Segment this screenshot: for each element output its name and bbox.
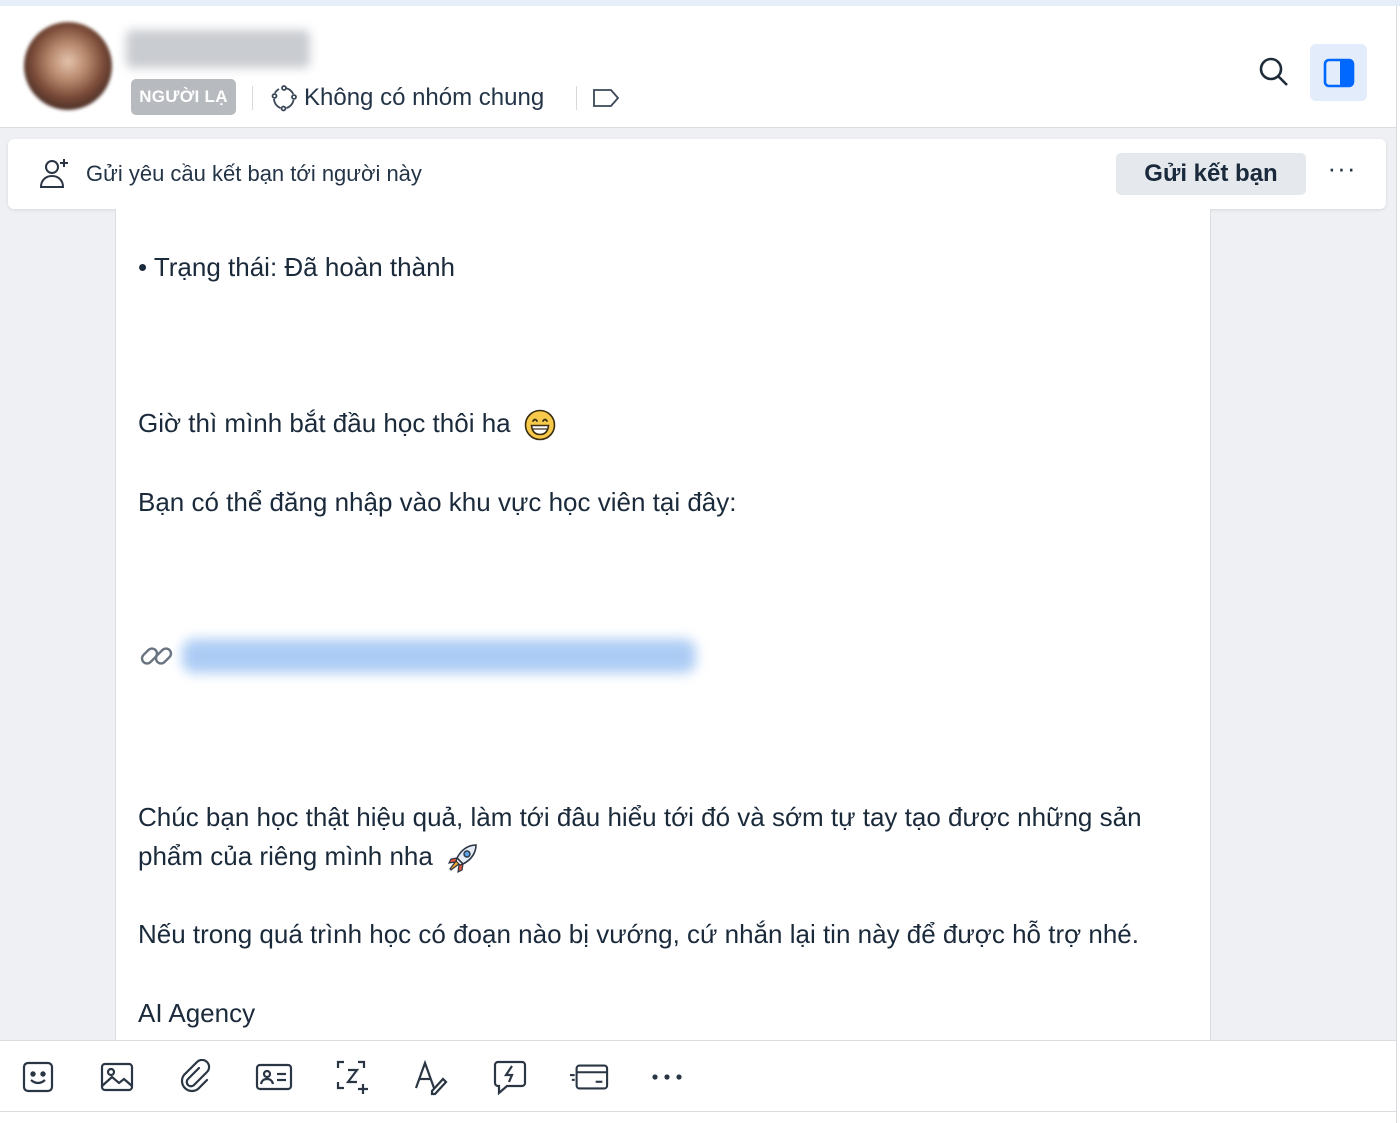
wish-line-1: Chúc bạn học thật hiệu quả, làm tới đâu … (138, 802, 1142, 832)
divider (252, 86, 253, 110)
quick-message-button[interactable] (490, 1057, 530, 1097)
sticker-button[interactable] (18, 1057, 58, 1097)
support-line: Nếu trong quá trình học có đoạn nào bị v… (138, 919, 1139, 949)
link-icon (140, 647, 173, 665)
wish-line-2-text: phẩm của riêng mình nha (138, 841, 433, 871)
conversation-header: NGƯỜI LẠ Không có nhóm chung (0, 6, 1396, 128)
side-panel-icon (1323, 58, 1354, 87)
login-link-redacted[interactable] (182, 639, 696, 673)
login-link-row[interactable] (138, 637, 696, 675)
contact-card-button[interactable] (254, 1057, 294, 1097)
window-border (1396, 6, 1397, 1123)
divider (576, 86, 577, 110)
login-line: Bạn có thể đăng nhập vào khu vực học viê… (138, 487, 737, 517)
quick-message-icon (493, 1060, 527, 1096)
contact-name-redacted[interactable] (126, 30, 310, 68)
screenshot-button[interactable] (333, 1057, 373, 1097)
more-tools-button[interactable] (647, 1057, 687, 1097)
start-line: Giờ thì mình bắt đầu học thôi ha (138, 403, 556, 443)
screenshot-icon (336, 1060, 368, 1094)
search-icon (1259, 57, 1288, 86)
status-line: • Trạng thái: Đã hoàn thành (138, 252, 455, 282)
rocket-emoji-icon (448, 844, 477, 874)
common-groups[interactable]: Không có nhóm chung (270, 78, 544, 118)
text-format-icon (414, 1059, 448, 1096)
wish-line-2: phẩm của riêng mình nha (138, 836, 480, 876)
payment-card-icon (569, 1064, 609, 1090)
composer-toolbar (0, 1040, 1396, 1112)
message-bubble[interactable]: • Trạng thái: Đã hoàn thành Giờ thì mình… (115, 209, 1211, 1040)
common-groups-label: Không có nhóm chung (304, 84, 545, 111)
signature: AI Agency (138, 998, 256, 1028)
grinning-emoji-icon (524, 409, 556, 441)
more-options-button[interactable]: ··· (1324, 155, 1360, 189)
avatar[interactable] (24, 22, 112, 110)
start-line-text: Giờ thì mình bắt đầu học thôi ha (138, 408, 511, 438)
image-icon (100, 1062, 134, 1092)
more-icon (652, 1074, 682, 1080)
toggle-side-panel-button[interactable] (1310, 44, 1367, 101)
more-icon: ··· (1327, 153, 1357, 183)
attachment-button[interactable] (175, 1057, 215, 1097)
search-button[interactable] (1252, 50, 1296, 94)
tag-icon[interactable] (590, 86, 622, 110)
stranger-badge: NGƯỜI LẠ (131, 79, 236, 115)
contact-card-icon (255, 1063, 293, 1091)
image-button[interactable] (97, 1057, 137, 1097)
sticker-icon (22, 1061, 54, 1093)
payment-card-button[interactable] (569, 1057, 609, 1097)
send-friend-request-button[interactable]: Gửi kết bạn (1116, 153, 1306, 195)
text-format-button[interactable] (411, 1057, 451, 1097)
friend-request-prompt: Gửi yêu cầu kết bạn tới người này (86, 161, 422, 186)
group-icon (271, 85, 297, 112)
friend-request-bar: Gửi yêu cầu kết bạn tới người này Gửi kế… (8, 139, 1386, 209)
attachment-icon (180, 1059, 211, 1093)
add-friend-icon (39, 159, 68, 188)
